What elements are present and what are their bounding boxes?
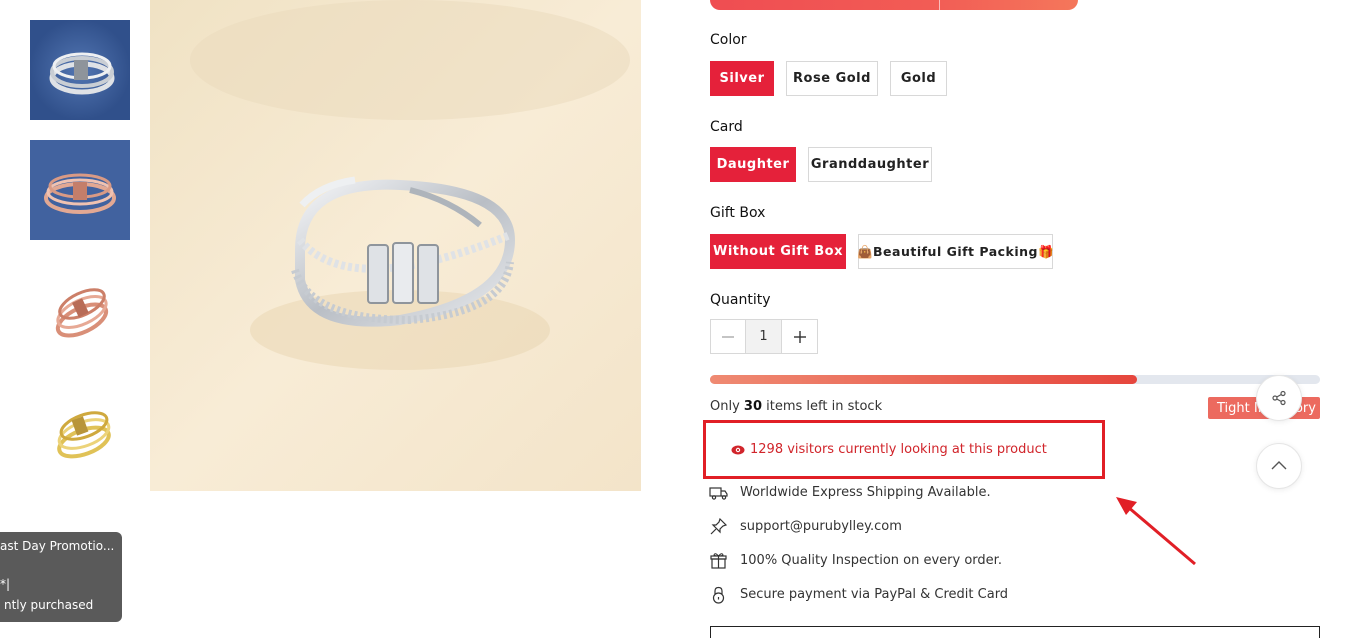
stock-progress-fill [710,375,1137,384]
eye-icon [731,445,745,454]
gift-box-icon [709,551,728,570]
toast-title: ast Day Promotio... [0,539,115,553]
feature-shipping-text: Worldwide Express Shipping Available. [740,485,991,500]
truck-icon [709,483,728,502]
gift-option-without-box[interactable]: Without Gift Box [710,234,846,269]
pin-icon [709,517,728,536]
card-option-daughter[interactable]: Daughter [710,147,796,182]
share-button[interactable] [1256,375,1302,421]
color-option-rose-gold[interactable]: Rose Gold [786,61,878,96]
purchase-toast[interactable]: ast Day Promotio... *| ntly purchased [0,532,122,622]
feature-quality: 100% Quality Inspection on every order. [709,551,1002,570]
stock-progress-bar [710,375,1320,384]
gift-box-label: Gift Box [710,205,766,221]
quantity-increase-button[interactable] [781,319,818,354]
quantity-decrease-button[interactable] [710,319,746,354]
thumbnail-rose-gold-ring-blue[interactable] [30,140,130,240]
feature-payment: Secure payment via PayPal & Credit Card [709,585,1008,604]
stock-count: 30 [743,399,763,414]
feature-support: support@purubylley.com [709,517,902,536]
toast-product: *| [0,577,11,591]
feature-support-text: support@purubylley.com [740,519,902,534]
minus-icon [722,335,734,338]
feature-shipping: Worldwide Express Shipping Available. [709,483,991,502]
feature-payment-text: Secure payment via PayPal & Credit Card [740,587,1009,602]
lock-icon [709,585,728,604]
thumbnail-gold-ring[interactable] [30,380,130,480]
toast-purchased-text: ntly purchased [4,598,94,612]
thumbnail-rose-gold-ring[interactable] [30,260,130,360]
gift-option-beautiful-packing[interactable]: 👜Beautiful Gift Packing🎁 [857,234,1054,269]
add-to-cart-button[interactable] [710,626,1320,638]
share-icon [1272,390,1286,406]
card-option-granddaughter[interactable]: Granddaughter [808,147,932,182]
back-to-top-button[interactable] [1256,443,1302,489]
plus-icon [793,330,806,343]
main-product-image[interactable] [150,0,641,491]
thumbnail-silver-ring[interactable] [30,20,130,120]
visitors-text: 1298 visitors currently looking at this … [750,442,1047,457]
feature-quality-text: 100% Quality Inspection on every order. [740,553,1002,568]
chevron-up-icon [1271,461,1287,470]
color-label: Color [710,32,747,48]
quantity-input[interactable]: 1 [745,319,782,354]
color-option-silver[interactable]: Silver [710,61,774,96]
color-option-gold[interactable]: Gold [890,61,947,96]
card-label: Card [710,119,743,135]
add-to-cart-button-edge[interactable] [710,0,1078,10]
stock-text-prefix: Only [710,399,744,414]
visitors-notice: 1298 visitors currently looking at this … [731,442,1047,457]
stock-text: Only 30 items left in stock [710,399,882,414]
stock-text-suffix: items left in stock [762,399,883,414]
quantity-label: Quantity [710,292,771,308]
